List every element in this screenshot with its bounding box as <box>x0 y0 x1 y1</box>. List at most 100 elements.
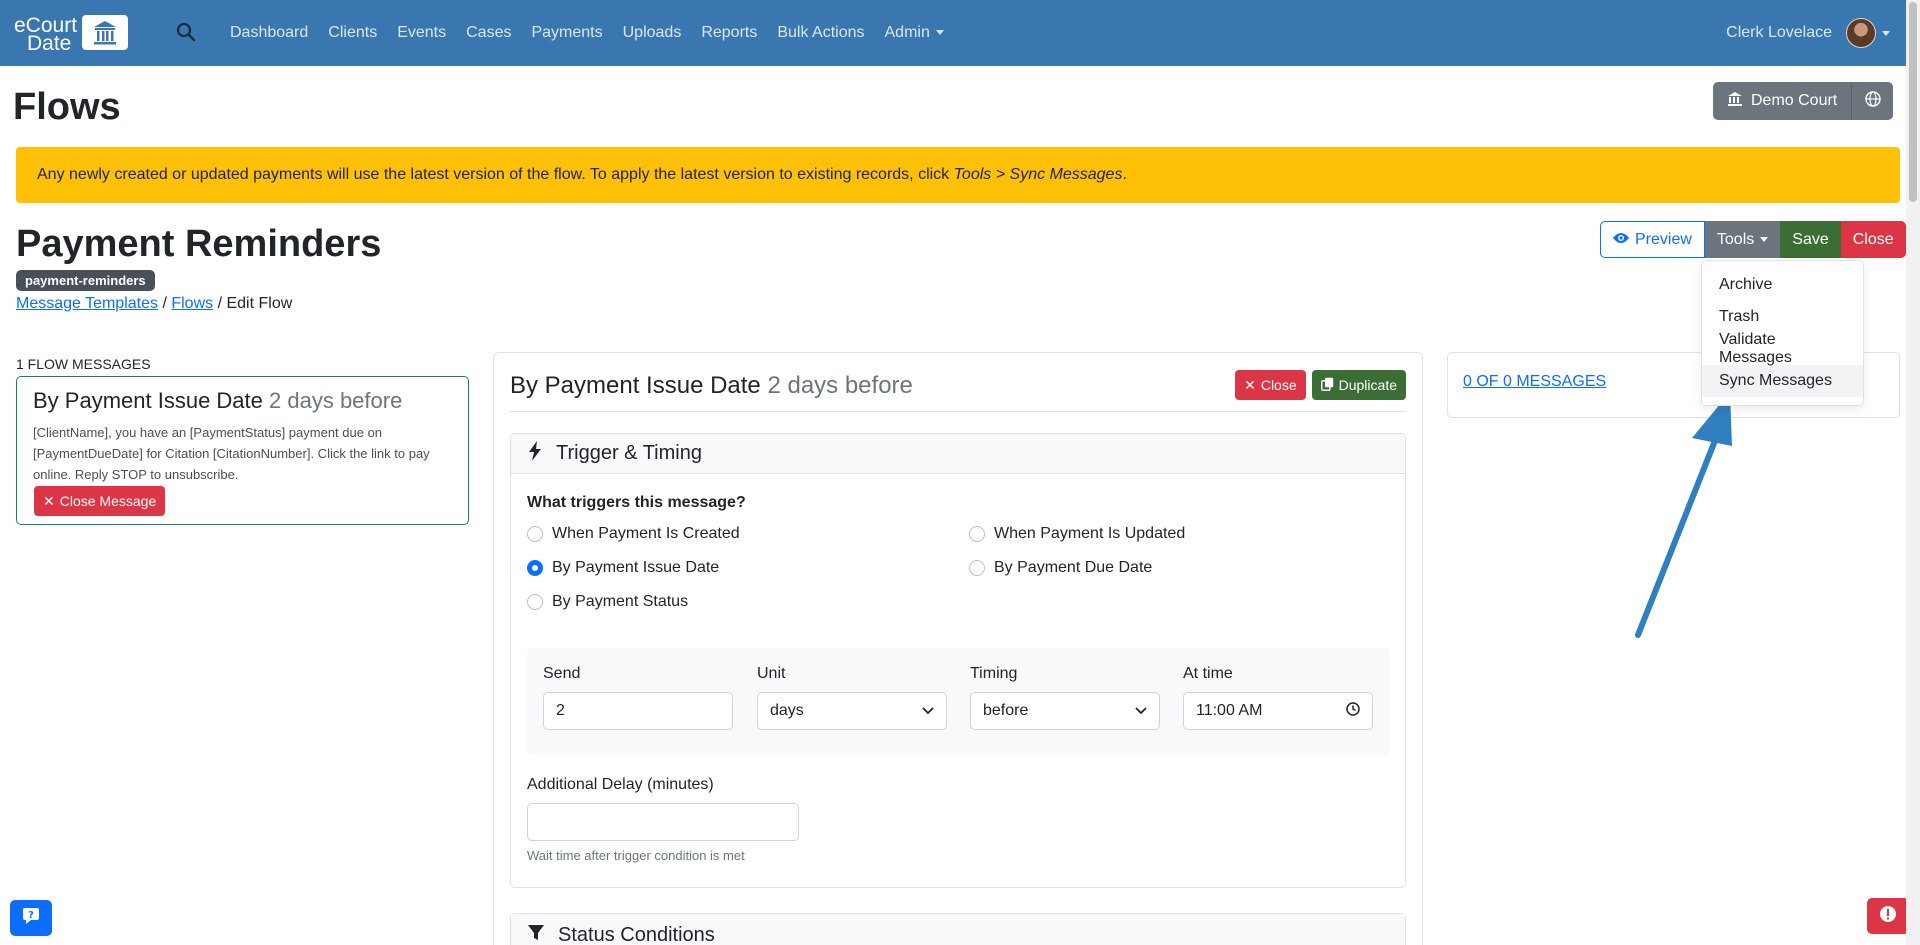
alert-emphasis: Tools > Sync Messages <box>953 166 1123 183</box>
radio-button[interactable] <box>969 526 985 542</box>
filter-icon <box>528 924 544 945</box>
timing-select[interactable]: before <box>970 692 1160 730</box>
radio-payment-status[interactable]: By Payment Status <box>527 593 688 611</box>
nav-events[interactable]: Events <box>397 24 446 42</box>
flow-toolbar: Preview Tools Save Close <box>1600 221 1906 258</box>
nav-admin-dropdown[interactable]: Admin <box>885 24 944 42</box>
send-input[interactable]: 2 <box>543 692 733 730</box>
breadcrumb-flows[interactable]: Flows <box>171 295 213 312</box>
avatar <box>1846 18 1876 48</box>
menu-item-sync-messages[interactable]: Sync Messages <box>1702 365 1863 397</box>
send-field-group: Send 2 <box>543 665 733 730</box>
court-selector: Demo Court <box>1713 82 1894 120</box>
radio-button[interactable] <box>969 560 985 576</box>
delay-help-text: Wait time after trigger condition is met <box>527 848 745 863</box>
clock-icon[interactable] <box>1346 701 1360 721</box>
close-icon: ✕ <box>1244 376 1256 393</box>
radio-payment-updated[interactable]: When Payment Is Updated <box>969 525 1185 543</box>
message-card-timing: 2 days before <box>269 388 403 413</box>
status-section-header[interactable]: Status Conditions <box>511 914 1405 945</box>
unit-value: days <box>770 702 804 719</box>
user-menu[interactable]: Clerk Lovelace <box>1726 16 1890 50</box>
send-value: 2 <box>556 702 565 719</box>
radio-payment-due-date[interactable]: By Payment Due Date <box>969 559 1152 577</box>
message-card-title: By Payment Issue Date 2 days before <box>33 388 403 413</box>
menu-item-trash[interactable]: Trash <box>1702 301 1863 333</box>
language-button[interactable] <box>1851 82 1894 120</box>
user-name: Clerk Lovelace <box>1726 24 1832 41</box>
radio-button[interactable] <box>527 594 543 610</box>
globe-icon <box>1865 90 1881 112</box>
save-button[interactable]: Save <box>1780 221 1841 258</box>
close-button[interactable]: Close <box>1840 221 1906 258</box>
time-label: At time <box>1183 665 1233 682</box>
message-editor: By Payment Issue Date 2 days before ✕ Cl… <box>493 352 1423 945</box>
nav-payments[interactable]: Payments <box>531 24 602 42</box>
menu-item-validate-messages[interactable]: Validate Messages <box>1702 331 1863 366</box>
page-scrollbar[interactable] <box>1906 0 1920 945</box>
close-icon: ✕ <box>43 492 55 509</box>
alert-button[interactable] <box>1867 898 1909 934</box>
delay-input[interactable] <box>527 803 799 841</box>
time-field-group: At time 11:00 AM <box>1183 665 1373 730</box>
status-section-title: Status Conditions <box>558 923 715 945</box>
delay-label: Additional Delay (minutes) <box>527 776 714 793</box>
nav-reports[interactable]: Reports <box>701 24 757 42</box>
chevron-down-icon <box>1882 30 1890 36</box>
alert-text: Any newly created or updated payments wi… <box>37 166 1127 183</box>
flow-slug-badge: payment-reminders <box>16 270 155 291</box>
copy-icon <box>1320 377 1334 394</box>
editor-timing: 2 days before <box>767 372 913 399</box>
trigger-timing-section: Trigger & Timing What triggers this mess… <box>510 433 1406 888</box>
flow-message-count: 1 FLOW MESSAGES <box>16 356 151 372</box>
chevron-down-icon <box>922 702 934 720</box>
exclamation-icon <box>1879 905 1897 928</box>
messages-count-link[interactable]: 0 OF 0 MESSAGES <box>1463 373 1606 391</box>
annotation-arrow-icon <box>1635 392 1732 638</box>
nav-dashboard[interactable]: Dashboard <box>230 24 308 42</box>
timing-field-group: Timing before <box>970 665 1160 730</box>
radio-label: By Payment Status <box>552 593 689 610</box>
radio-label: When Payment Is Updated <box>994 525 1186 542</box>
close-message-button[interactable]: ✕ Close Message <box>34 486 166 516</box>
status-conditions-section: Status Conditions <box>510 913 1406 945</box>
avatar-dropdown[interactable] <box>1846 18 1890 48</box>
chevron-down-icon <box>1135 702 1147 720</box>
send-label: Send <box>543 665 581 682</box>
tools-dropdown-button[interactable]: Tools <box>1704 221 1781 258</box>
breadcrumb: Message Templates / Flows / Edit Flow <box>16 295 293 312</box>
brand-logo[interactable]: eCourt Date <box>14 13 129 54</box>
breadcrumb-message-templates[interactable]: Message Templates <box>16 295 158 312</box>
page-title: Flows <box>13 86 121 128</box>
nav-cases[interactable]: Cases <box>466 24 511 42</box>
message-card-body: [ClientName], you have an [PaymentStatus… <box>33 425 430 482</box>
bank-icon <box>1727 91 1743 112</box>
radio-button[interactable] <box>527 526 543 542</box>
nav-bulk-actions[interactable]: Bulk Actions <box>777 24 864 42</box>
time-input[interactable]: 11:00 AM <box>1183 692 1373 730</box>
flow-title: Payment Reminders <box>16 223 382 265</box>
nav-admin-label: Admin <box>884 24 930 41</box>
chat-button[interactable]: ? <box>10 900 52 936</box>
nav-uploads[interactable]: Uploads <box>623 24 682 42</box>
search-icon[interactable] <box>176 22 196 42</box>
editor-close-button[interactable]: ✕ Close <box>1235 370 1306 400</box>
radio-label: By Payment Due Date <box>994 559 1153 576</box>
scrollbar-thumb[interactable] <box>1909 2 1917 202</box>
duplicate-button[interactable]: Duplicate <box>1311 370 1406 400</box>
courthouse-logo-icon <box>82 15 128 50</box>
unit-select[interactable]: days <box>757 692 947 730</box>
radio-payment-issue-date[interactable]: By Payment Issue Date <box>527 559 719 577</box>
nav-clients[interactable]: Clients <box>328 24 377 42</box>
tools-dropdown-menu: Archive Trash Validate Messages Sync Mes… <box>1701 260 1864 406</box>
menu-item-archive[interactable]: Archive <box>1702 269 1863 301</box>
radio-button-selected[interactable] <box>527 560 543 576</box>
radio-payment-created[interactable]: When Payment Is Created <box>527 525 740 543</box>
court-button[interactable]: Demo Court <box>1713 82 1852 120</box>
eye-icon <box>1613 231 1629 249</box>
preview-label: Preview <box>1635 230 1692 248</box>
chevron-down-icon <box>935 30 944 36</box>
preview-button[interactable]: Preview <box>1600 221 1705 258</box>
close-message-label: Close Message <box>59 493 157 509</box>
flow-message-card[interactable]: By Payment Issue Date 2 days before [Cli… <box>16 376 469 525</box>
